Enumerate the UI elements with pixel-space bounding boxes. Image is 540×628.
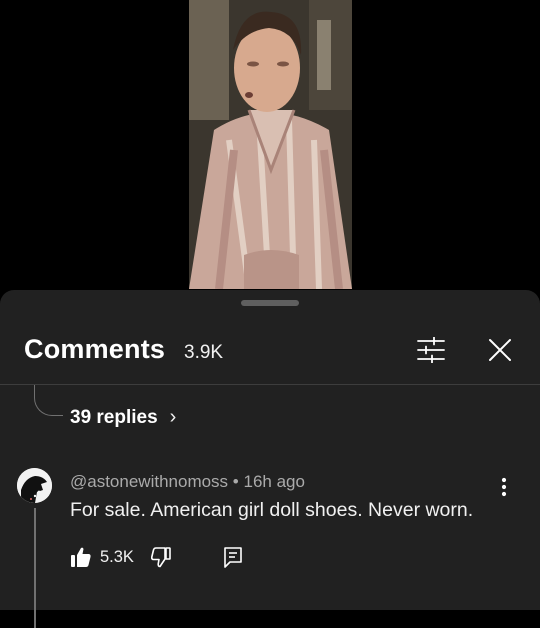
sliders-icon [417, 337, 445, 363]
dislike-button[interactable] [150, 545, 172, 569]
more-options-button[interactable] [492, 473, 516, 501]
like-button[interactable] [70, 545, 92, 569]
comments-title: Comments [24, 334, 166, 364]
comment-text: For sale. American girl doll shoes. Neve… [70, 499, 474, 521]
comments-sheet: Comments 3.9K 39 replies › @astonewithno… [0, 290, 540, 628]
more-vert-icon [501, 477, 507, 497]
comment-author[interactable]: @astonewithnomoss [70, 472, 228, 491]
video-player[interactable] [0, 0, 540, 292]
reply-button[interactable] [222, 545, 244, 569]
view-replies-button[interactable]: 39 replies › [70, 406, 176, 429]
drag-handle[interactable] [241, 300, 299, 306]
thread-connector [34, 385, 63, 416]
thumbs-down-icon [150, 547, 171, 568]
comment-actions: 5.3K [70, 543, 270, 571]
avatar[interactable] [17, 468, 52, 503]
comment-time: 16h ago [243, 472, 305, 491]
replies-label: 39 replies [70, 406, 158, 428]
close-icon [489, 339, 511, 361]
thumbs-up-filled-icon [71, 547, 91, 567]
video-frame[interactable] [189, 0, 352, 289]
like-count: 5.3K [100, 548, 134, 566]
avatar-image [17, 468, 52, 503]
comment-meta: @astonewithnomoss • 16h ago [70, 472, 305, 492]
video-thumbnail [189, 0, 352, 289]
thread-line [34, 508, 36, 628]
comments-count: 3.9K [184, 342, 224, 363]
header-divider [0, 384, 540, 385]
chevron-right-icon: › [169, 406, 177, 428]
close-button[interactable] [484, 334, 516, 366]
reply-icon [224, 547, 242, 568]
meta-separator: • [232, 472, 239, 491]
filter-button[interactable] [414, 334, 448, 366]
